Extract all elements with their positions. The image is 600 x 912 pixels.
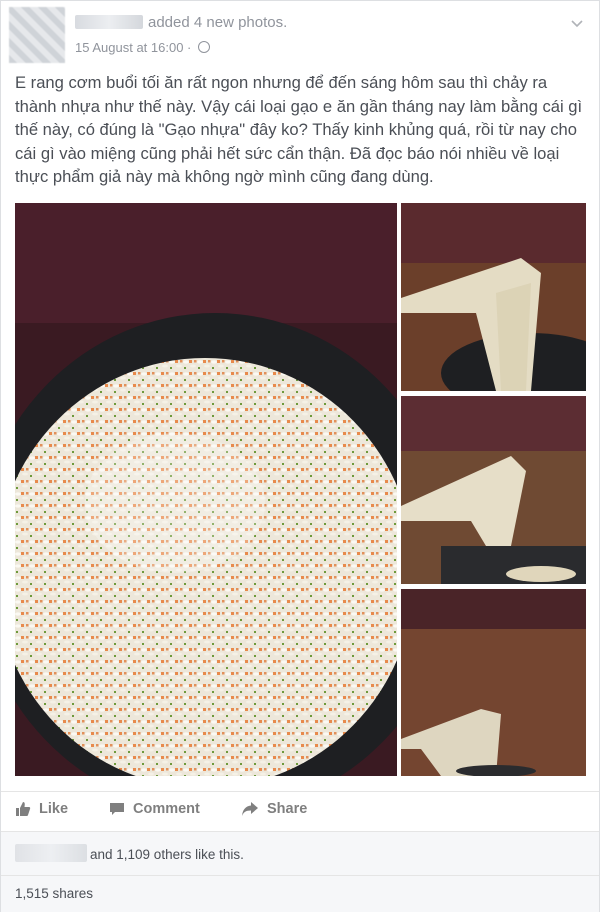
post-text: E rang cơm buổi tối ăn rất ngon nhưng để… — [15, 73, 583, 186]
post-action-bar: Like Comment Share — [1, 791, 599, 830]
like-label: Like — [39, 801, 69, 817]
comment-label: Comment — [133, 801, 200, 817]
comment-button[interactable]: Comment — [109, 801, 200, 817]
thumbs-up-icon — [16, 802, 31, 816]
photo-grid — [15, 203, 586, 776]
share-arrow-icon — [242, 802, 258, 816]
post-action-text: added 4 new photos. — [148, 14, 288, 31]
shares-summary: 1,515 shares — [1, 875, 599, 912]
share-label: Share — [267, 801, 308, 817]
likers-names-blurred[interactable] — [15, 844, 87, 862]
share-button[interactable]: Share — [241, 801, 307, 817]
photo-rice-lifted-1[interactable] — [401, 203, 586, 391]
author-name-blurred[interactable] — [75, 15, 143, 29]
post-meta: 15 August at 16:00 · — [75, 40, 210, 55]
post-card: added 4 new photos. 15 August at 16:00 ·… — [0, 0, 600, 912]
photo-rice-lifted-3[interactable] — [401, 589, 586, 776]
likes-summary: and 1,109 others like this. — [1, 831, 599, 876]
comment-icon — [110, 803, 124, 815]
globe-icon — [198, 41, 210, 53]
post-header: added 4 new photos. 15 August at 16:00 · — [1, 1, 599, 63]
likes-count-text[interactable]: and 1,109 others like this. — [90, 847, 244, 862]
photo-rice-lifted-2[interactable] — [401, 396, 586, 584]
photo-main-fried-rice[interactable] — [15, 203, 397, 776]
like-button[interactable]: Like — [15, 801, 68, 817]
shares-count-text[interactable]: 1,515 shares — [15, 886, 93, 901]
avatar[interactable] — [9, 7, 65, 63]
chevron-down-icon[interactable] — [569, 15, 585, 31]
post-timestamp[interactable]: 15 August at 16:00 · — [75, 40, 191, 55]
